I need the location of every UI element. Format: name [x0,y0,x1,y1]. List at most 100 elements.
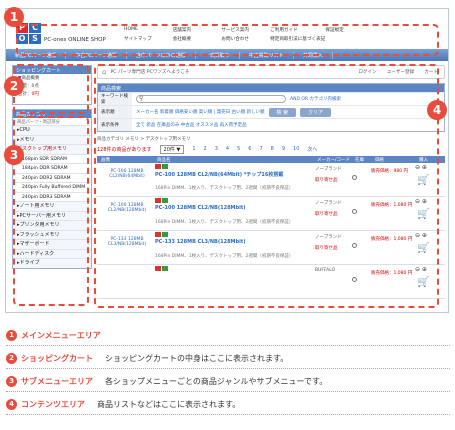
order-row: 表示順 メーカー名 新着順 価格安い順 高い順 | 発売日 古い順 新しい順 検… [98,105,444,118]
sidebar-category-item[interactable]: ▸CPU [13,125,91,135]
page-link[interactable]: 3 [215,146,218,153]
cart-row: 合計：0円 [13,90,91,98]
page-link[interactable]: 7 [259,146,262,153]
product-radio[interactable] [352,175,357,180]
sidebar-category-item[interactable]: 240pin DDR2 SDRAM [13,172,91,182]
search-title: 商品検索 [98,84,444,92]
legend-row: 2 ショッピングカート ショッピングカートの中身はここに表示されます。 [6,349,450,369]
cart-icon[interactable]: 🛒 [417,175,429,186]
search-icon: ⚲ [139,95,144,102]
cart-icon[interactable]: 🛒 [417,209,429,220]
product-image-link[interactable]: PC-100 128MB CL2/NB(128Mbit) [107,203,147,213]
product-desc: 168Pin DIMM、1枚入り、デスクトップ用、2週間（初期不良保証） [155,254,294,259]
site-logo[interactable]: P C O S [16,23,42,45]
search-button[interactable]: 検 索 [268,107,297,117]
product-image-link[interactable]: PC-100 128MB CL2/NB(64Mbit) [107,169,147,179]
sidebar: ショッピングカート ▼商品概要 数量：0点 合計：0円 商品カテゴリ 商品パーツ… [12,65,92,311]
cart-icon[interactable]: 🛒 [417,243,429,254]
nav-item[interactable]: 新品PCパーツ通販 [6,51,67,59]
top-link[interactable]: 会社概要 [173,36,222,43]
register-link[interactable]: ユーザー登録 [387,69,414,75]
login-link[interactable]: ログイン [358,69,376,75]
keyword-options[interactable]: AND OR カテゴリ内検索 [290,96,341,102]
sidebar-category-item[interactable]: ▸マザーボード [13,239,91,249]
page-link[interactable]: 10 [293,146,299,153]
callout-3: 3 [4,145,24,165]
quantity-stepper[interactable]: ⊖ ⊕ [415,164,427,171]
cart-link[interactable]: カート [424,69,438,75]
legend-number: 1 [6,330,17,341]
top-link[interactable]: お問い合わせ [221,36,270,43]
product-row: PC-133 128MB CL3/NB(128Mbit) PC-133 128MB… [97,231,445,265]
page-link[interactable]: 1 [192,146,195,153]
product-radio[interactable] [352,243,357,248]
legend-desc: 各ショップメニューごとの商品ジャンルやサブメニューです。 [105,377,328,386]
sidebar-category-item[interactable]: 240pin Fully Buffered DIMM [13,182,91,192]
condition-row: 表示条件 全て 新品 在庫品のみ 中古品 オススメ品 再入荷予定品 [98,118,444,131]
cart-icon[interactable]: 🛒 [417,277,429,288]
sidebar-category-item[interactable]: ▸メモリ [13,134,91,144]
sidebar-category-item[interactable]: 240pin DDR3 SDRAM [13,191,91,201]
col-header: 価格 [375,157,384,163]
product-stock: 取り寄せ品 [315,178,338,183]
quantity-stepper[interactable]: ⊖ ⊕ [415,266,427,273]
sidebar-category-item[interactable]: デスクトップ用メモリ [13,144,91,154]
nav-item[interactable]: 自作パーツ以外の通販 [127,51,196,59]
product-radio[interactable] [352,209,357,214]
quantity-stepper[interactable]: ⊖ ⊕ [415,232,427,239]
search-panel: 商品検索 キーワード検索 ⚲ AND OR カテゴリ内検索 表示順 メーカー名 … [97,83,445,132]
top-link[interactable]: HOME [124,27,173,34]
legend-title: ショッピングカート [21,354,93,363]
product-radio[interactable] [352,277,357,282]
per-page-select[interactable]: 20件 ▼ [159,144,185,154]
nav-item[interactable]: 中古PCパーツ通販 [66,51,127,59]
top-link[interactable]: 特定商取引法に基づく表記 [270,36,325,43]
category-box: 商品カテゴリ 商品パーツ・周辺部分 ▸CPU ▸メモリ デスクトップ用メモリ 168p… [12,109,92,269]
nav-item[interactable]: 中古買取リスト [240,51,294,59]
top-link[interactable] [325,36,374,43]
nav-item[interactable]: 共同購入 [294,51,333,59]
product-name[interactable]: PC-133 128MB CL3/NB(128Mbit) [155,239,246,245]
product-image-link[interactable]: PC-133 128MB CL3/NB(128Mbit) [107,237,147,247]
product-row: PC-100 128MB CL2/NB(64Mbit) PC-100 128MB … [97,163,445,197]
sidebar-category-item[interactable]: 184pin DDR SDRAM [13,163,91,173]
page-link[interactable]: 4 [226,146,229,153]
sidebar-category-item[interactable]: ▸PCサーバー用メモリ [13,210,91,220]
nav-item[interactable]: 一式買取り [196,51,240,59]
sidebar-category-item[interactable]: ▸プリンタ用メモリ [13,220,91,230]
legend-row: 4 コンテンツエリア 商品リストなどはここに表示されます。 [6,395,450,415]
page-link[interactable]: 9 [282,146,285,153]
home-icon[interactable]: ⌂ [102,68,106,76]
product-price: 販売価格：1,080 円 [371,271,413,276]
sidebar-category-item[interactable]: ▸ノート用メモリ [13,201,91,211]
search-input[interactable]: ⚲ [136,95,286,103]
sidebar-category-item[interactable]: 168pin SDR SDRAM [13,153,91,163]
product-price: 販売価格：980 円 [371,169,409,174]
top-link[interactable]: サイトマップ [124,36,173,43]
page-link[interactable]: 2 [204,146,207,153]
category-title: 商品カテゴリ [13,110,91,118]
sidebar-category-item[interactable]: ▸フラッシュメモリ [13,229,91,239]
product-name[interactable]: PC-100 128MB CL2/NB(128Mbit) [155,205,246,211]
clear-button[interactable]: クリア [300,107,332,117]
site-header: P C O S PC-ones ONLINE SHOP HOME 店舗案内 サー… [6,9,448,47]
quantity-stepper[interactable]: ⊖ ⊕ [415,198,427,205]
page-link[interactable]: 5 [237,146,240,153]
condition-links[interactable]: 全て 新品 在庫品のみ 中古品 オススメ品 再入荷予定品 [136,122,247,128]
product-name[interactable]: PC-100 128MB CL2/NB(64Mbit) *チップ16枚搭載 [155,171,283,178]
sidebar-category-item[interactable]: ▸ハードディスク [13,248,91,258]
page-link[interactable]: 6 [248,146,251,153]
col-header: 画像 [101,157,110,163]
page-link[interactable]: 次へ [307,146,317,153]
logo-tile: S [29,34,41,44]
cart-row[interactable]: ▼商品概要 [13,74,91,82]
top-link[interactable]: サービス案内 [221,27,270,34]
sidebar-category-item[interactable]: ▸ドライブ [13,258,91,268]
pager: 128件の商品があります 20件 ▼ 1 2 3 4 5 6 7 8 9 10 次へ [97,144,445,154]
top-link[interactable]: ご利用ガイド [270,27,325,34]
page-link[interactable]: 8 [271,146,274,153]
top-link[interactable]: 店舗案内 [173,27,222,34]
order-links[interactable]: メーカー名 新着順 価格安い順 高い順 | 発売日 古い順 新しい順 [136,109,265,115]
logo-tile: O [16,34,28,44]
top-link[interactable]: 保証規定 [325,27,374,34]
